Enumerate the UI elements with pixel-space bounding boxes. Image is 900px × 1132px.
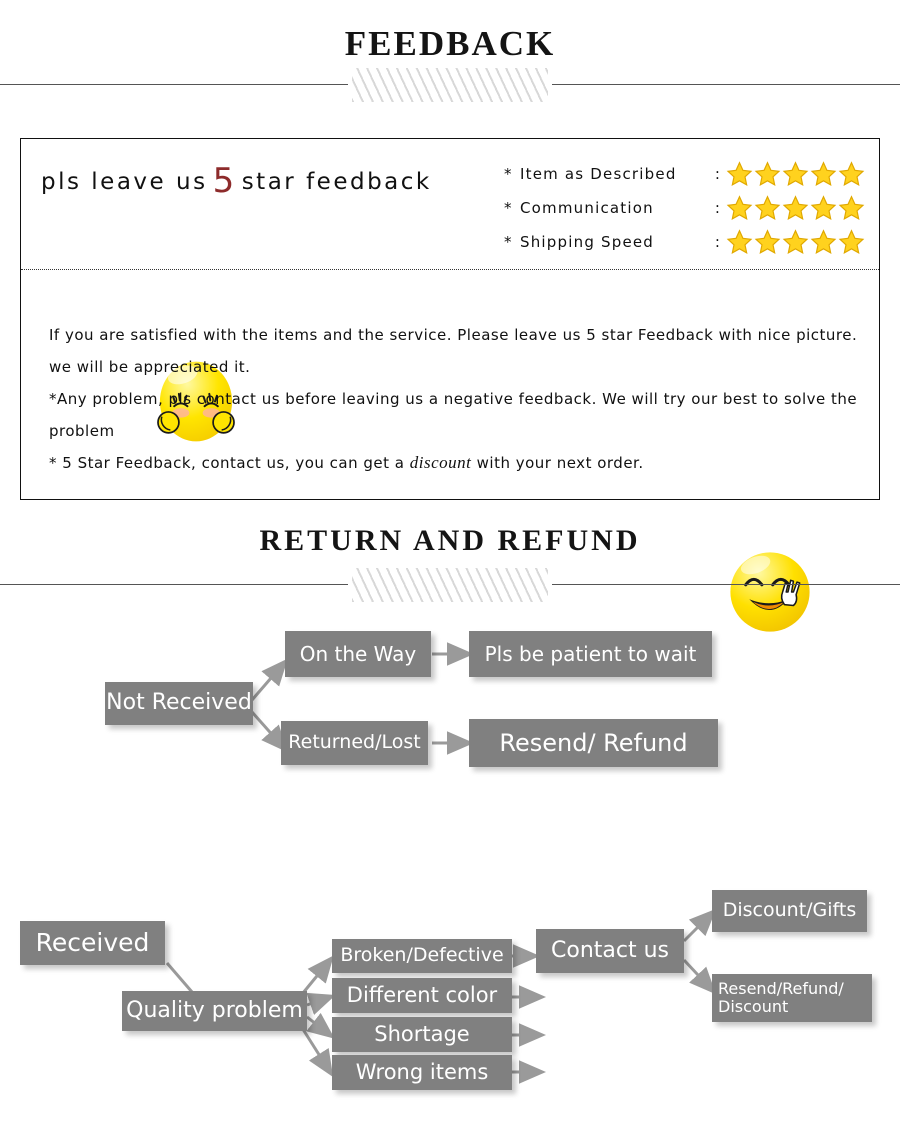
feedback-body-line-3: * 5 Star Feedback, contact us, you can g… <box>49 447 859 479</box>
star-icon <box>754 229 781 255</box>
flowchart-received: Received Quality problem Broken/Defectiv… <box>0 880 900 1132</box>
star-icon <box>726 195 753 221</box>
star-rating-item-as-described <box>726 161 865 187</box>
headline-suffix: star feedback <box>241 169 432 195</box>
node-not-received[interactable]: Not Received <box>105 682 253 725</box>
body-line3-pre: * 5 Star Feedback, contact us, you can g… <box>49 454 410 472</box>
rating-label: Communication <box>520 199 654 217</box>
rating-colon: : <box>714 233 722 251</box>
asterisk-icon: * <box>504 199 513 217</box>
rating-row-communication: * Communication : <box>504 191 865 225</box>
star-icon <box>726 229 753 255</box>
headline-leave-5-star: pls leave us 5 star feedback <box>41 161 432 201</box>
divider-rule-left <box>0 84 348 85</box>
divider-hatch <box>352 68 548 102</box>
star-icon <box>754 161 781 187</box>
rating-colon: : <box>714 165 722 183</box>
body-line3-post: with your next order. <box>471 454 644 472</box>
node-broken-defective[interactable]: Broken/Defective <box>332 939 512 973</box>
star-icon <box>782 161 809 187</box>
star-icon <box>838 161 865 187</box>
star-icon <box>782 195 809 221</box>
asterisk-icon: * <box>504 165 513 183</box>
star-icon <box>810 229 837 255</box>
feedback-body-line-2: *Any problem, pls contact us before leav… <box>49 390 858 440</box>
divider-rule-right <box>552 584 900 585</box>
rating-row-item-as-described: * Item as Described : <box>504 157 865 191</box>
asterisk-icon: * <box>504 233 513 251</box>
rating-colon: : <box>714 199 722 217</box>
page-title-feedback: FEEDBACK <box>344 24 556 63</box>
feedback-panel: pls leave us 5 star feedback * Item as Des… <box>20 138 880 632</box>
feedback-policy-page: FEEDBACK pls leave us 5 star feedback * It… <box>0 0 900 1132</box>
rating-row-shipping-speed: * Shipping Speed : <box>504 225 865 259</box>
headline-number-5: 5 <box>212 161 237 201</box>
divider-rule-left <box>0 584 348 585</box>
page-title-return-and-refund: RETURN AND REFUND <box>259 524 641 557</box>
star-icon <box>754 195 781 221</box>
rating-label: Shipping Speed <box>520 233 655 251</box>
node-quality-problem[interactable]: Quality problem <box>122 991 307 1031</box>
node-returned-lost[interactable]: Returned/Lost <box>281 721 428 765</box>
star-rating-shipping-speed <box>726 229 865 255</box>
feedback-body-line-1: If you are satisfied with the items and … <box>49 326 858 376</box>
star-icon <box>810 195 837 221</box>
divider-return <box>0 568 900 602</box>
star-icon <box>726 161 753 187</box>
node-discount-gifts[interactable]: Discount/Gifts <box>712 890 867 932</box>
node-contact-us[interactable]: Contact us <box>536 929 684 973</box>
node-resend-refund-discount[interactable]: Resend/Refund/ Discount <box>712 974 872 1022</box>
node-pls-be-patient-to-wait[interactable]: Pls be patient to wait <box>469 631 712 677</box>
headline-prefix: pls leave us <box>41 169 208 195</box>
divider-feedback <box>0 68 900 102</box>
node-resend-refund[interactable]: Resend/ Refund <box>469 719 718 767</box>
star-icon <box>810 161 837 187</box>
node-received[interactable]: Received <box>20 921 165 965</box>
divider-rule-right <box>552 84 900 85</box>
star-icon <box>838 229 865 255</box>
rating-label: Item as Described <box>520 165 677 183</box>
ratings-list: * Item as Described : * Communication : <box>504 157 865 259</box>
star-icon <box>838 195 865 221</box>
body-line3-discount: discount <box>409 453 472 472</box>
star-rating-communication <box>726 195 865 221</box>
panel-divider-dotted <box>21 269 879 270</box>
star-icon <box>782 229 809 255</box>
node-shortage[interactable]: Shortage <box>332 1017 512 1052</box>
node-on-the-way[interactable]: On the Way <box>285 631 431 677</box>
divider-hatch <box>352 568 548 602</box>
flowchart-not-received: Not Received On the Way Pls be patient t… <box>0 600 900 800</box>
node-wrong-items[interactable]: Wrong items <box>332 1055 512 1090</box>
node-different-color[interactable]: Different color <box>332 978 512 1013</box>
feedback-body-text: If you are satisfied with the items and … <box>49 319 859 479</box>
